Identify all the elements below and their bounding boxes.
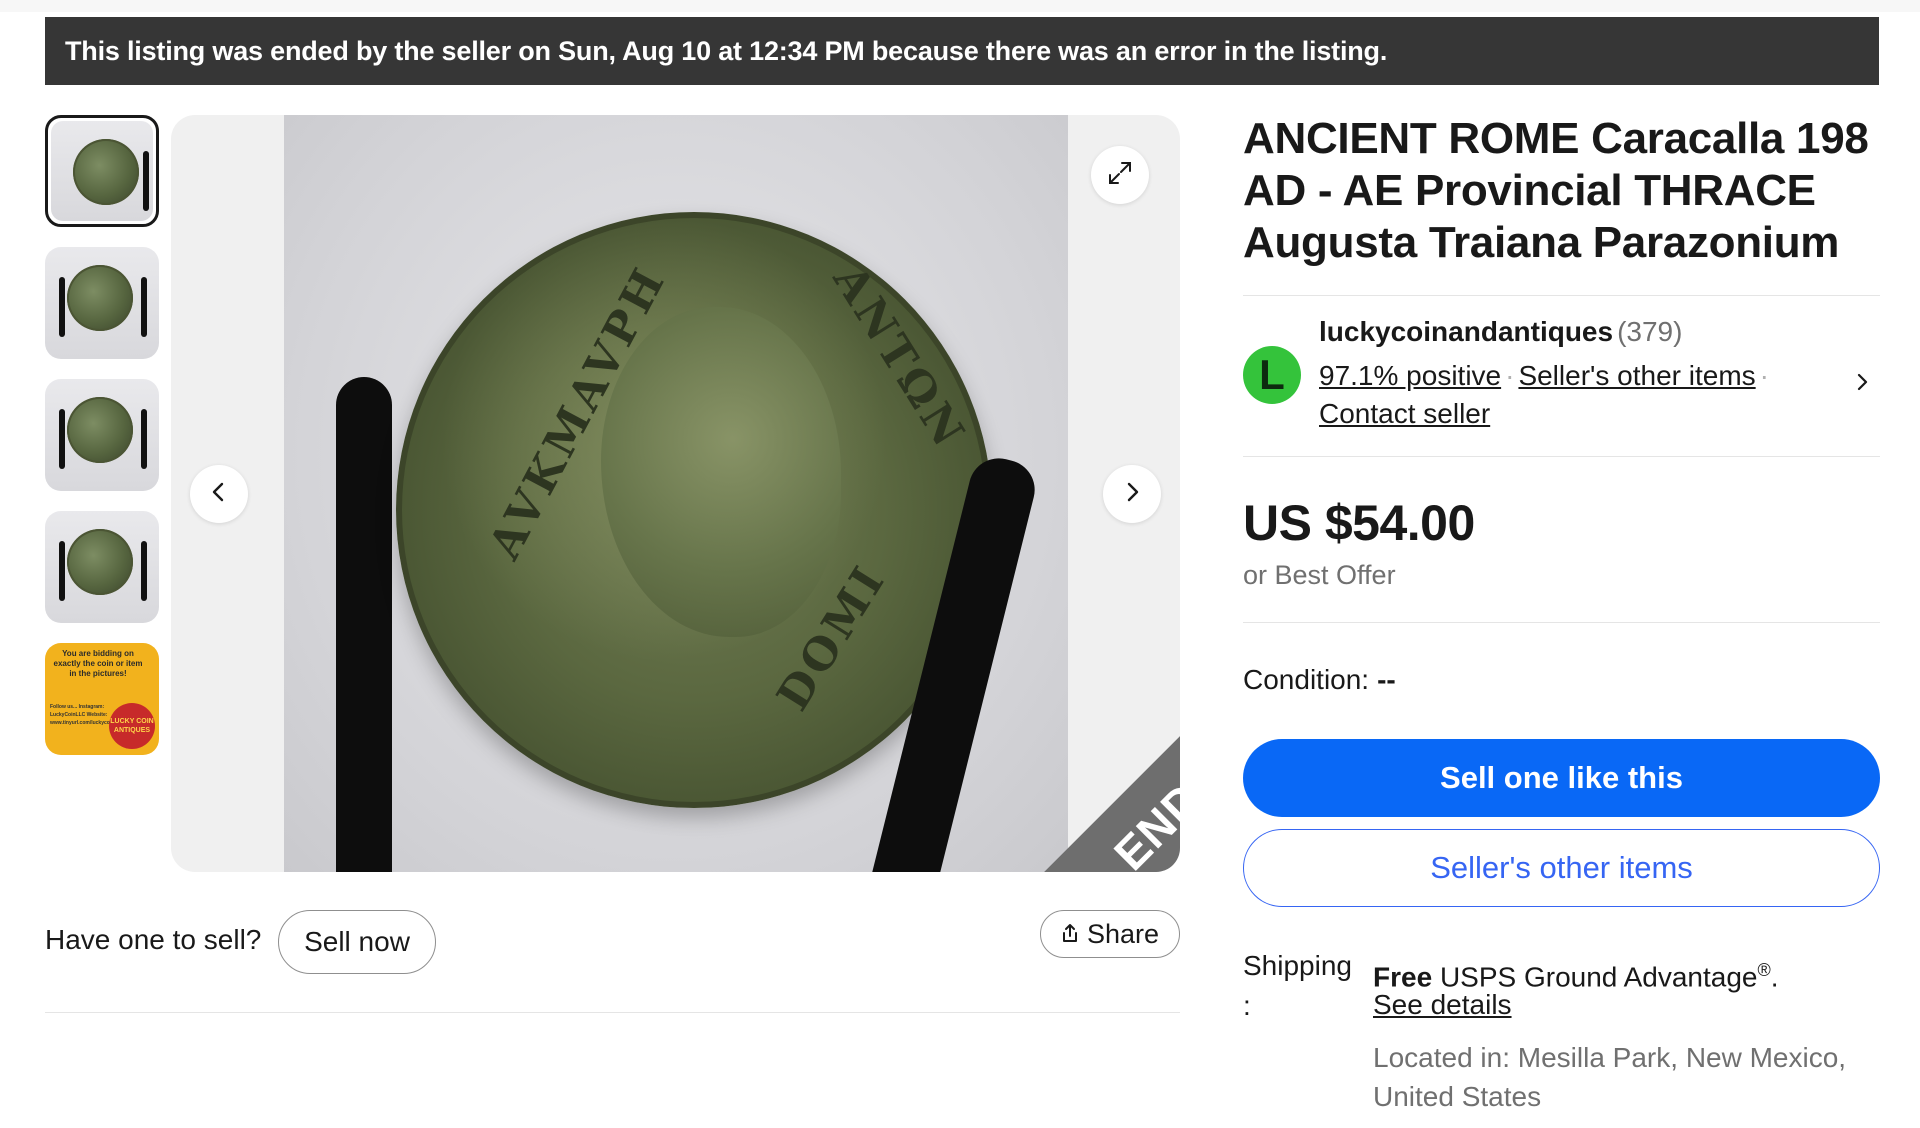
divider	[45, 1012, 1180, 1013]
stand-graphic	[143, 151, 149, 211]
promo-small-text: Follow us... Instagram: LuckyCoinLLC Web…	[50, 704, 120, 726]
sellers-other-items-button[interactable]: Seller's other items	[1243, 829, 1880, 907]
seller-chevron-right-icon[interactable]	[1850, 370, 1874, 399]
stand-graphic	[59, 409, 65, 469]
shipping-label: Shipping:	[1243, 946, 1363, 1026]
condition-label: Condition:	[1243, 664, 1370, 695]
sell-question: Have one to sell?	[45, 924, 262, 955]
divider	[1243, 456, 1880, 457]
promo-headline: You are bidding on exactly the coin or i…	[53, 649, 143, 678]
share-label: Share	[1086, 918, 1160, 949]
shipping-service: USPS Ground Advantage	[1439, 961, 1758, 993]
main-coin-photo: AVKMAVPH ANTΩN DOMI	[284, 115, 1068, 872]
registered-mark: ®	[1757, 960, 1771, 980]
previous-image-button[interactable]	[190, 465, 248, 523]
thumbnail-4[interactable]	[45, 511, 159, 623]
expand-button[interactable]	[1091, 146, 1149, 204]
best-offer-text: or Best Offer	[1243, 560, 1396, 590]
listing-ended-banner: This listing was ended by the seller on …	[45, 17, 1879, 85]
seller-username[interactable]: luckycoinandantiques	[1319, 316, 1613, 347]
shipping-free: Free	[1373, 961, 1433, 993]
chevron-right-icon	[1120, 480, 1144, 509]
separator-dot: ·	[1505, 360, 1515, 391]
item-location: Located in: Mesilla Park, New Mexico, Un…	[1373, 1042, 1847, 1112]
contact-seller-link[interactable]: Contact seller	[1319, 398, 1490, 430]
separator-dot: ·	[1759, 360, 1769, 391]
expand-icon	[1105, 158, 1135, 193]
item-price: US $54.00	[1243, 495, 1475, 551]
share-icon	[1061, 919, 1079, 950]
share-button[interactable]: Share	[1040, 910, 1180, 958]
lucky-coin-logo: LUCKY COIN ANTIQUES	[109, 703, 155, 749]
shipping-period: .	[1770, 961, 1779, 993]
coin-thumbnail-image	[67, 529, 133, 595]
item-title: ANCIENT ROME Caracalla 198 AD - AE Provi…	[1243, 114, 1869, 267]
divider	[1243, 622, 1880, 623]
coin-thumbnail-image	[67, 397, 133, 463]
caracalla-portrait	[601, 307, 841, 637]
stand-graphic	[59, 277, 65, 337]
seller-avatar[interactable]: L	[1243, 346, 1301, 404]
banner-text: This listing was ended by the seller on …	[65, 35, 1388, 66]
seller-name[interactable]: luckycoinandantiques (379)	[1319, 316, 1682, 348]
coin-thumbnail-image	[67, 265, 133, 331]
seller-feedback-count[interactable]: (379)	[1617, 316, 1682, 347]
condition: Condition: --	[1243, 664, 1396, 696]
condition-value: --	[1377, 664, 1396, 695]
main-image-viewer[interactable]: AVKMAVPH ANTΩN DOMI ENDED	[171, 115, 1180, 872]
thumbnail-1[interactable]	[45, 115, 159, 227]
seller-links: 97.1% positive · Seller's other items ·	[1319, 360, 1773, 392]
sell-now-button[interactable]: Sell now	[278, 910, 436, 974]
stand-graphic	[141, 277, 147, 337]
stand-graphic	[141, 541, 147, 601]
seller-positive-link[interactable]: 97.1% positive	[1319, 360, 1501, 391]
coin-image: AVKMAVPH ANTΩN DOMI	[396, 212, 992, 808]
shipping-label-text: Shipping	[1243, 950, 1352, 981]
chevron-left-icon	[207, 480, 231, 509]
sell-one-like-this-button[interactable]: Sell one like this	[1243, 739, 1880, 817]
shipping-label-colon: :	[1243, 990, 1251, 1021]
thumbnail-3[interactable]	[45, 379, 159, 491]
thumbnail-5-promo[interactable]: You are bidding on exactly the coin or i…	[45, 643, 159, 755]
stand-graphic	[59, 541, 65, 601]
coin-legend-right: ANTΩN	[822, 256, 976, 459]
seller-other-items-link[interactable]: Seller's other items	[1518, 360, 1755, 391]
left-stand	[336, 377, 392, 872]
see-details-link[interactable]: See details	[1373, 989, 1512, 1021]
top-strip	[0, 0, 1920, 12]
divider	[1243, 295, 1880, 296]
thumbnail-2[interactable]	[45, 247, 159, 359]
coin-thumbnail-image	[73, 139, 139, 205]
stand-graphic	[141, 409, 147, 469]
next-image-button[interactable]	[1103, 465, 1161, 523]
